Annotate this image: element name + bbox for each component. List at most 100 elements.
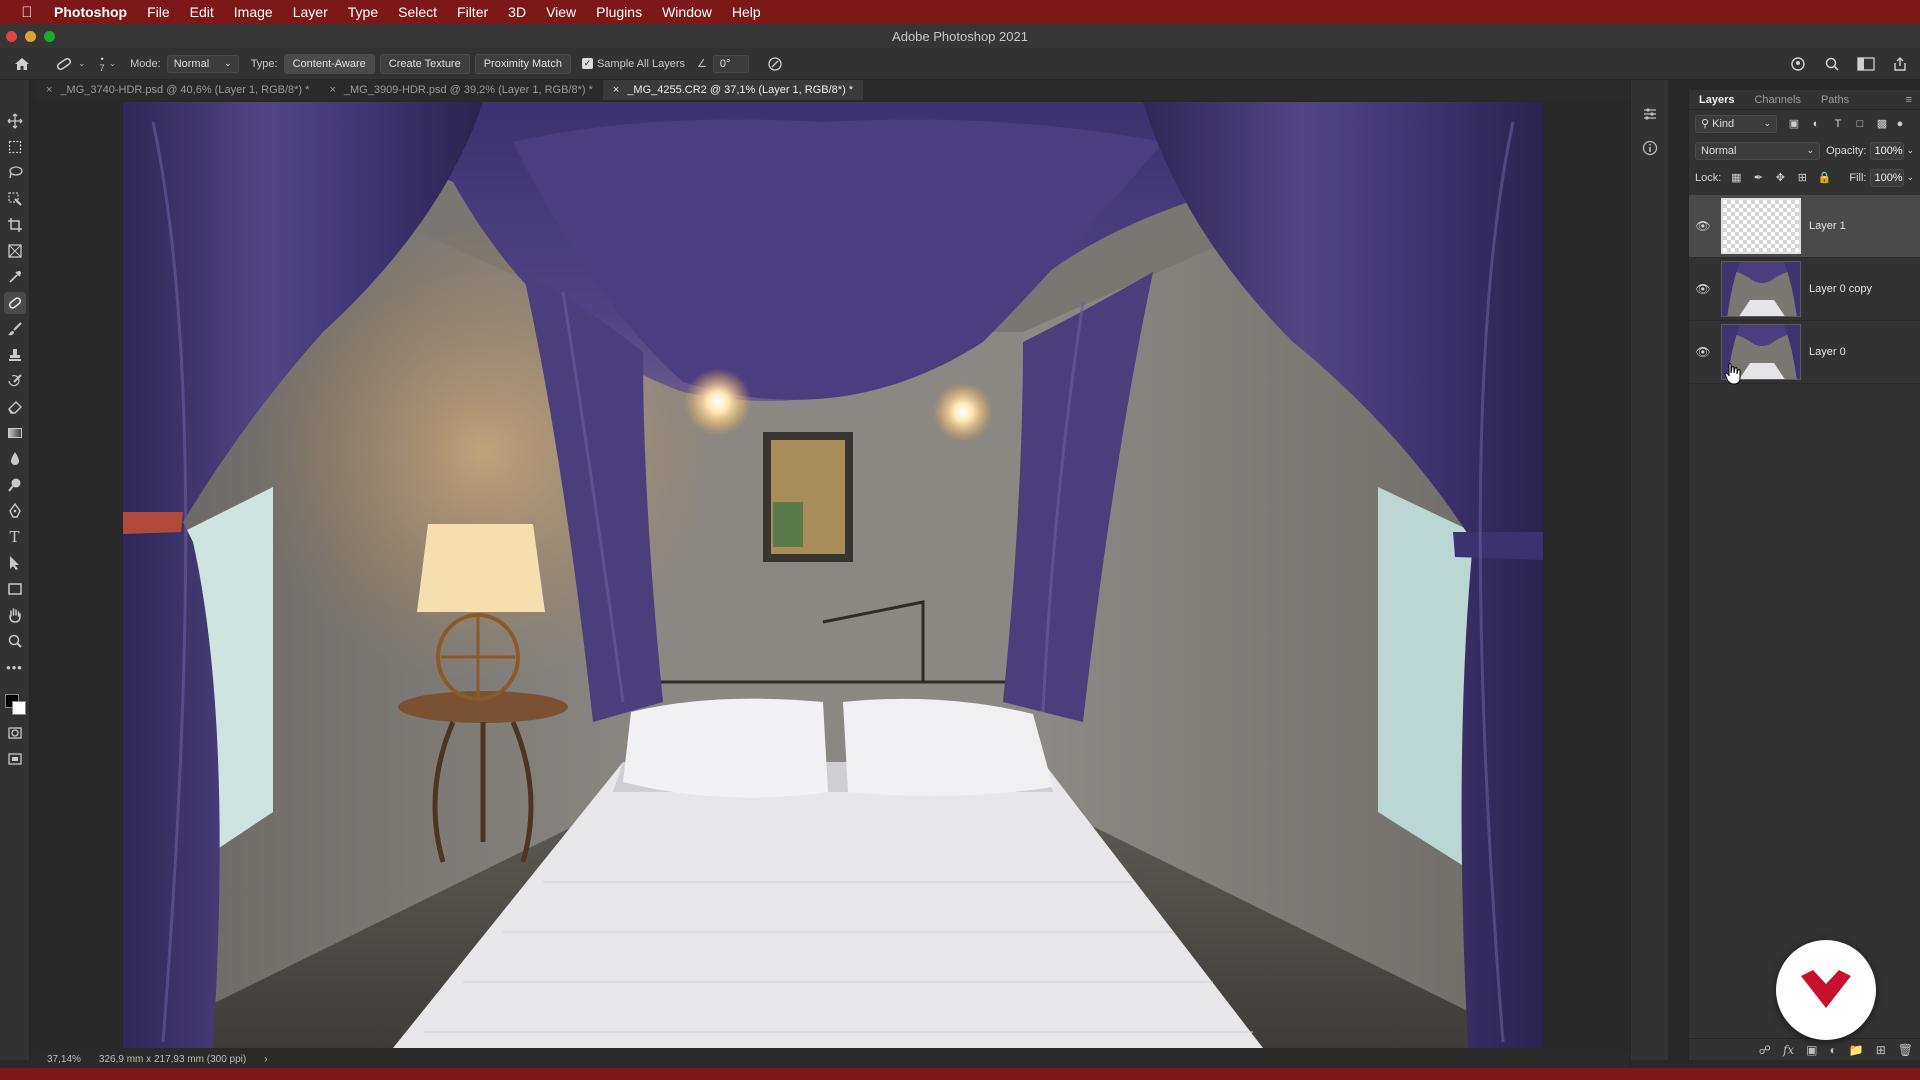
lock-image-icon[interactable]: ✒ [1747,171,1769,184]
minimize-window-button[interactable] [25,30,36,42]
filter-toggle-icon[interactable]: ● [1893,118,1907,130]
brush-tool-icon[interactable] [4,318,26,340]
brush-chevron-icon[interactable]: ⌄ [109,58,117,69]
close-window-button[interactable] [6,30,17,42]
history-brush-tool-icon[interactable] [4,370,26,392]
add-mask-icon[interactable]: ▣ [1806,1043,1817,1057]
close-tab-icon[interactable]: × [613,84,619,96]
tab-layers[interactable]: Layers [1689,90,1744,110]
fill-field[interactable]: 100% [1870,168,1905,187]
filter-adjustment-icon[interactable]: ◐ [1805,118,1827,130]
menu-layer[interactable]: Layer [293,4,328,20]
preset-chevron-icon[interactable]: ⌄ [78,58,86,69]
close-tab-icon[interactable]: × [46,84,52,96]
filter-type-icon[interactable]: T [1827,118,1849,130]
hand-tool-icon[interactable] [4,604,26,626]
more-tools-icon[interactable]: ••• [4,656,26,678]
info-icon[interactable] [1642,140,1658,160]
layer-name[interactable]: Layer 0 copy [1809,283,1872,295]
lock-transparent-icon[interactable]: ▦ [1725,171,1747,184]
quick-mask-icon[interactable] [4,722,26,744]
dodge-tool-icon[interactable] [4,474,26,496]
tab-channels[interactable]: Channels [1744,90,1810,110]
filter-kind-select[interactable]: ⚲ Kind ⌄ [1695,114,1777,133]
lock-position-icon[interactable]: ✥ [1769,171,1791,184]
pen-tool-icon[interactable] [4,500,26,522]
canvas-area[interactable] [31,100,1629,1050]
menu-image[interactable]: Image [234,4,273,20]
chevron-down-icon[interactable]: ⌄ [1906,172,1914,183]
document-canvas-image[interactable] [123,102,1543,1048]
content-aware-button[interactable]: Content-Aware [283,53,375,74]
crop-tool-icon[interactable] [4,214,26,236]
layer-name[interactable]: Layer 1 [1809,220,1846,232]
delete-layer-icon[interactable]: 🗑 [1898,1043,1913,1057]
brush-size-picker[interactable]: • 7 [100,54,105,73]
tab-paths[interactable]: Paths [1811,90,1859,110]
pressure-size-icon[interactable] [761,52,789,76]
filter-smart-object-icon[interactable]: ▩ [1871,117,1893,130]
angle-field[interactable]: 0° [712,54,749,73]
filter-pixel-icon[interactable]: ▣ [1783,117,1805,130]
workspace-icon[interactable] [1852,52,1880,76]
lasso-tool-icon[interactable] [4,162,26,184]
create-texture-button[interactable]: Create Texture [379,53,470,74]
share-cloud-icon[interactable] [1784,52,1812,76]
clone-stamp-tool-icon[interactable] [4,344,26,366]
rectangle-tool-icon[interactable] [4,578,26,600]
layer-row-layer-1[interactable]: 👁 Layer 1 [1689,195,1920,258]
maximize-window-button[interactable] [44,30,55,42]
new-group-icon[interactable]: 📁 [1849,1043,1864,1057]
color-swatches[interactable] [3,688,27,718]
frame-tool-icon[interactable] [4,240,26,262]
healing-brush-preset-icon[interactable] [50,52,78,76]
status-chevron-icon[interactable]: › [264,1054,267,1065]
document-tab[interactable]: × _MG_3740-HDR.psd @ 40,6% (Layer 1, RGB… [36,80,319,100]
menu-file[interactable]: File [147,4,170,20]
layer-row-layer-0-copy[interactable]: 👁 Layer 0 copy [1689,258,1920,321]
screen-mode-icon[interactable] [4,748,26,770]
proximity-match-button[interactable]: Proximity Match [474,53,571,74]
home-icon[interactable] [8,52,36,76]
spot-healing-brush-tool-icon[interactable] [3,292,26,314]
object-selection-tool-icon[interactable] [4,188,26,210]
menu-3d[interactable]: 3D [508,4,526,20]
background-color-swatch[interactable] [11,701,26,715]
zoom-tool-icon[interactable] [4,630,26,652]
new-layer-icon[interactable]: ⊞ [1876,1043,1886,1057]
search-icon[interactable] [1818,52,1846,76]
menu-filter[interactable]: Filter [457,4,488,20]
menu-type[interactable]: Type [348,4,378,20]
menu-view[interactable]: View [546,4,576,20]
lock-all-icon[interactable]: 🔒 [1813,171,1835,184]
visibility-eye-icon[interactable]: 👁 [1689,219,1717,233]
path-selection-tool-icon[interactable] [4,552,26,574]
visibility-eye-icon[interactable]: 👁 [1689,345,1717,359]
link-layers-icon[interactable]: ☍ [1759,1043,1771,1057]
document-tab-active[interactable]: × _MG_4255.CR2 @ 37,1% (Layer 1, RGB/8*)… [602,80,864,100]
eraser-tool-icon[interactable] [4,396,26,418]
type-tool-icon[interactable]: T [4,526,26,548]
menu-edit[interactable]: Edit [190,4,214,20]
adjustment-layer-icon[interactable]: ◐ [1830,1043,1837,1057]
menu-window[interactable]: Window [662,4,712,20]
export-share-icon[interactable] [1886,52,1914,76]
menu-plugins[interactable]: Plugins [596,4,642,20]
move-tool-icon[interactable] [4,110,26,132]
layer-name[interactable]: Layer 0 [1809,346,1846,358]
close-tab-icon[interactable]: × [329,84,335,96]
sample-all-layers-checkbox[interactable]: ✓ Sample All Layers [581,58,685,70]
document-tab[interactable]: × _MG_3909-HDR.psd @ 39,2% (Layer 1, RGB… [319,80,602,100]
menu-app-name[interactable]: Photoshop [54,4,127,20]
apple-icon[interactable]:  [0,4,54,21]
panel-menu-icon[interactable]: ≡ [1906,94,1912,106]
menu-select[interactable]: Select [398,4,437,20]
adjustments-icon[interactable] [1642,106,1658,126]
visibility-eye-icon[interactable]: 👁 [1689,282,1717,296]
layer-style-fx-icon[interactable]: fx [1783,1043,1794,1057]
marquee-tool-icon[interactable] [4,136,26,158]
lock-artboard-icon[interactable]: ⊞ [1791,171,1813,184]
blend-mode-select[interactable]: Normal ⌄ [1695,141,1821,160]
eyedropper-tool-icon[interactable] [4,266,26,288]
chevron-down-icon[interactable]: ⌄ [1906,145,1914,156]
